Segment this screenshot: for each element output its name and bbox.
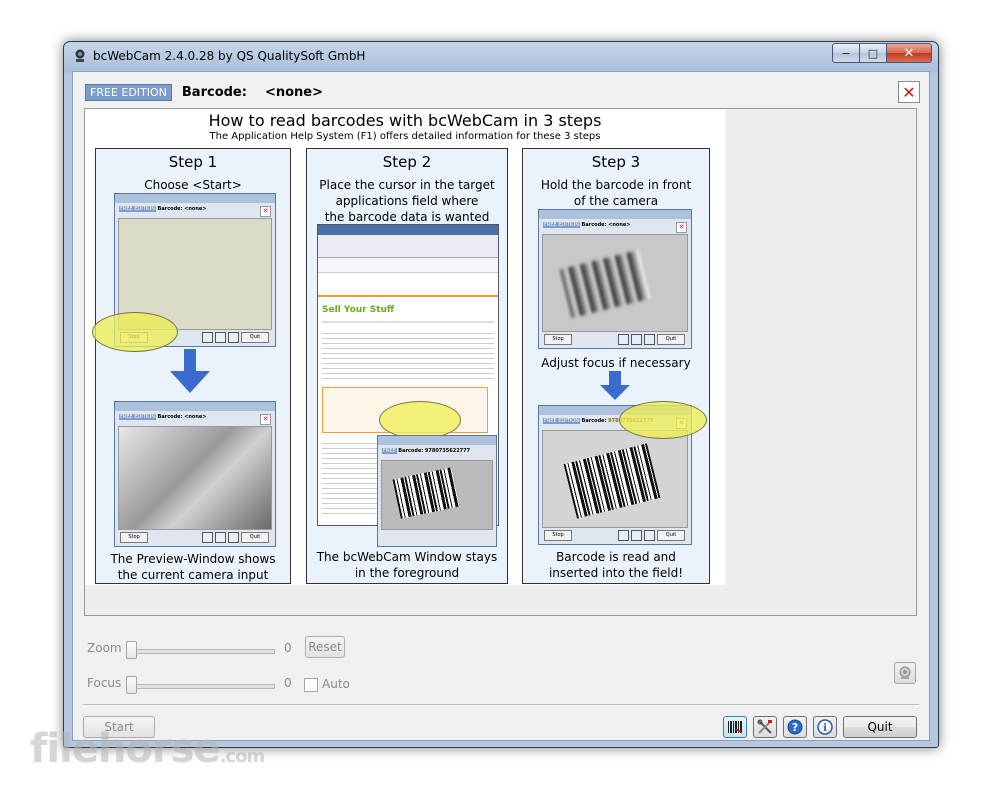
clear-barcode-button[interactable]: ✕ [898, 81, 920, 103]
minimize-button[interactable]: − [832, 43, 860, 63]
header-bar: FREE EDITION Barcode: <none> [85, 81, 323, 103]
watermark-text: filehorse [30, 726, 221, 772]
barcode-label: Barcode: [181, 84, 247, 100]
step-3-top-text-1: Hold the barcode in front [540, 178, 692, 192]
step-3-bottom-text-2: inserted into the field! [548, 566, 684, 580]
svg-text:?: ? [792, 721, 798, 734]
step-1-bottom-text-2: the current camera input [117, 568, 269, 582]
client-area: FREE EDITION Barcode: <none> ✕ How to re… [72, 71, 930, 741]
step-1-top-text: Choose <Start> [144, 178, 242, 192]
down-arrow-icon [600, 371, 630, 400]
down-arrow-icon [170, 349, 210, 393]
maximize-button[interactable]: □ [859, 43, 887, 63]
step-3-middle-text: Adjust focus if necessary [541, 356, 691, 370]
app-window: bcWebCam 2.4.0.28 by QS QualitySoft GmbH… [63, 41, 939, 748]
step-3-blurry-thumbnail: FREE EDITION Barcode: <none> ✕ Stop Quit [538, 209, 692, 349]
watermark-suffix: .com [219, 746, 266, 767]
webcam-icon [899, 666, 911, 679]
info-icon: i [817, 719, 833, 735]
tools-icon [757, 719, 772, 734]
help-icon: ? [787, 719, 803, 735]
zoom-slider-track[interactable] [129, 649, 275, 654]
controls-panel: Zoom 0 Reset Focus 0 Auto Start ? i Quit [73, 624, 929, 740]
highlight-ellipse [379, 401, 461, 439]
reset-button[interactable]: Reset [305, 636, 345, 658]
zoom-label: Zoom [87, 641, 122, 655]
help-button[interactable]: ? [783, 716, 807, 738]
quit-button[interactable]: Quit [843, 716, 917, 738]
step-3-title: Step 3 [591, 153, 641, 171]
step-2-top-text-2: applications field where [335, 194, 479, 208]
step-2-bottom-text-1: The bcWebCam Window stays [316, 550, 498, 564]
step-3-panel: Step 3 Hold the barcode in front of the … [522, 148, 710, 584]
webcam-settings-button[interactable] [894, 662, 916, 684]
step-2-panel: Step 2 Place the cursor in the target ap… [306, 148, 508, 584]
focus-slider-track[interactable] [129, 684, 275, 689]
step-3-top-text-2: of the camera [573, 194, 659, 208]
step-2-title: Step 2 [382, 153, 432, 171]
focus-value: 0 [284, 676, 292, 690]
focus-label: Focus [87, 676, 122, 690]
step-2-window-thumbnail: FREE Barcode: 9780735622777 [377, 435, 497, 547]
barcode-types-button[interactable] [723, 716, 747, 738]
help-title: How to read barcodes with bcWebCam in 3 … [208, 111, 602, 130]
controls-separator [83, 704, 919, 706]
highlight-ellipse [92, 312, 178, 352]
step-2-top-text-3: the barcode data is wanted [324, 210, 490, 224]
close-button[interactable]: ✕ [886, 43, 932, 63]
zoom-value: 0 [284, 641, 292, 655]
step-1-bottom-text-1: The Preview-Window shows [110, 552, 276, 566]
title-bar[interactable]: bcWebCam 2.4.0.28 by QS QualitySoft GmbH… [64, 42, 938, 70]
preview-area: How to read barcodes with bcWebCam in 3 … [84, 108, 917, 616]
step-1-panel: Step 1 Choose <Start> FREE EDITION Barco… [92, 148, 291, 584]
step-2-top-text-1: Place the cursor in the target [319, 178, 495, 192]
edition-badge: FREE EDITION [85, 83, 172, 101]
auto-focus-checkbox[interactable] [304, 678, 318, 692]
window-title: bcWebCam 2.4.0.28 by QS QualitySoft GmbH [93, 49, 366, 63]
help-subtitle: The Application Help System (F1) offers … [209, 131, 601, 142]
barcode-value: <none> [264, 84, 323, 100]
step-1-preview-thumbnail: FREE EDITION Barcode: <none> ✕ Stop Quit [114, 401, 276, 547]
svg-text:i: i [823, 723, 827, 734]
auto-focus-label: Auto [322, 677, 350, 691]
about-button[interactable]: i [813, 716, 837, 738]
watermark: filehorse.com [30, 726, 266, 772]
webcam-app-icon [75, 49, 85, 62]
window-controls: − □ ✕ [832, 43, 932, 63]
step-3-bottom-text-1: Barcode is read and [556, 550, 676, 564]
step-1-title: Step 1 [168, 153, 218, 171]
barcode-icon [728, 721, 743, 734]
focus-slider-thumb[interactable] [126, 676, 137, 694]
step-2-bottom-text-2: in the foreground [354, 566, 460, 580]
highlight-ellipse [619, 401, 707, 439]
help-image: How to read barcodes with bcWebCam in 3 … [85, 109, 725, 585]
options-button[interactable] [753, 716, 777, 738]
zoom-slider-thumb[interactable] [126, 641, 137, 659]
